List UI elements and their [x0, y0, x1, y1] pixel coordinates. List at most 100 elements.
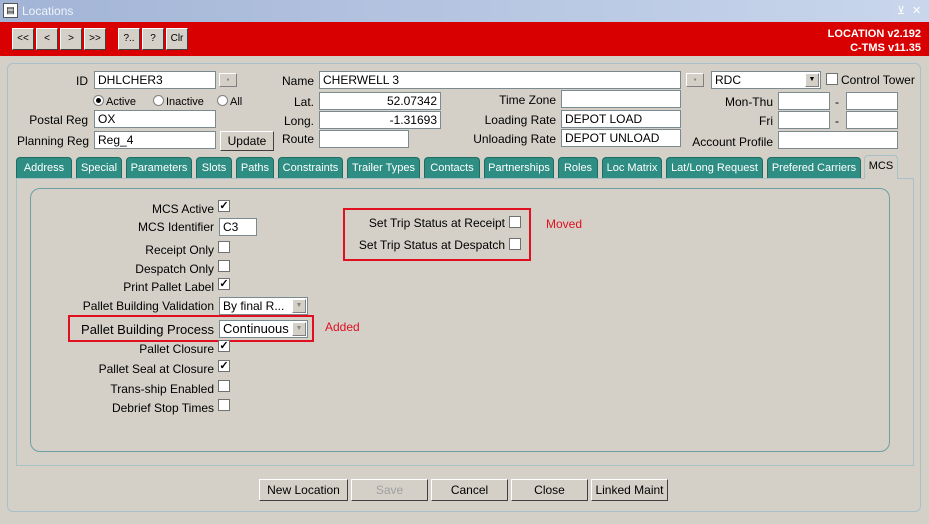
cancel-button[interactable]: Cancel	[431, 479, 508, 501]
tab-parameters[interactable]: Parameters	[126, 157, 192, 178]
chevron-down-icon: ▼	[805, 73, 819, 87]
window-title: Locations	[22, 4, 74, 18]
query-list-button[interactable]: ?..	[118, 28, 140, 50]
tab-roles[interactable]: Roles	[558, 157, 598, 178]
status-all-radio[interactable]	[217, 95, 228, 106]
long-field[interactable]: -1.31693	[319, 111, 441, 129]
receipt-only-label: Receipt Only	[145, 243, 214, 257]
unloading-rate-label: Unloading Rate	[473, 132, 556, 146]
tab-constraints[interactable]: Constraints	[278, 157, 343, 178]
control-tower-checkbox[interactable]	[826, 73, 838, 85]
route-label: Route	[281, 132, 314, 146]
pallet-building-validation-value: By final R...	[223, 299, 285, 313]
trip-status-receipt-checkbox[interactable]	[509, 216, 521, 228]
next-record-button[interactable]: >	[60, 28, 82, 50]
form-icon: ▤	[3, 3, 18, 18]
status-inactive-radio[interactable]	[153, 95, 164, 106]
status-inactive-label: Inactive	[166, 96, 204, 108]
mcs-identifier-label: MCS Identifier	[137, 220, 214, 234]
trip-status-despatch-checkbox[interactable]	[509, 238, 521, 250]
pallet-building-validation-label: Pallet Building Validation	[82, 299, 214, 313]
receipt-only-checkbox[interactable]	[218, 241, 230, 253]
mcs-identifier-field[interactable]: C3	[219, 218, 257, 236]
planning-reg-label: Planning Reg	[16, 134, 89, 148]
postal-reg-field[interactable]: OX	[94, 110, 216, 128]
long-label: Long.	[283, 114, 314, 128]
pallet-closure-checkbox[interactable]: ✓	[218, 340, 230, 352]
tab-special[interactable]: Special	[76, 157, 122, 178]
first-record-button[interactable]: <<	[12, 28, 34, 50]
account-profile-field[interactable]	[778, 131, 898, 149]
name-lookup-button[interactable]: ▪	[686, 73, 704, 87]
tab-partnerships[interactable]: Partnerships	[484, 157, 554, 178]
location-type-select[interactable]: RDC ▼	[711, 71, 821, 89]
pallet-building-validation-select[interactable]: By final R... ▼	[219, 297, 308, 315]
tab-loc-matrix[interactable]: Loc Matrix	[602, 157, 662, 178]
minimize-icon[interactable]: ⊻	[897, 4, 905, 17]
window-titlebar: ▤ Locations ⊻ ✕	[0, 0, 929, 22]
name-field[interactable]: CHERWELL 3	[319, 71, 681, 89]
pallet-seal-checkbox[interactable]: ✓	[218, 360, 230, 372]
unloading-rate-field[interactable]: DEPOT UNLOAD	[561, 129, 681, 147]
despatch-only-label: Despatch Only	[135, 262, 214, 276]
postal-reg-label: Postal Reg	[29, 113, 88, 127]
tab-prefered-carriers[interactable]: Prefered Carriers	[767, 157, 861, 178]
mon-thu-to-field[interactable]	[846, 92, 898, 110]
mon-thu-label: Mon-Thu	[724, 95, 773, 109]
tab-paths[interactable]: Paths	[236, 157, 274, 178]
tab-trailer-types[interactable]: Trailer Types	[347, 157, 420, 178]
despatch-only-checkbox[interactable]	[218, 260, 230, 272]
id-field[interactable]: DHLCHER3	[94, 71, 216, 89]
id-label: ID	[76, 74, 88, 88]
status-active-label: Active	[106, 96, 136, 108]
pallet-seal-label: Pallet Seal at Closure	[98, 362, 214, 376]
lat-label: Lat.	[293, 95, 314, 109]
status-active-radio[interactable]	[93, 95, 104, 106]
status-all-label: All	[230, 96, 243, 108]
print-pallet-label-label: Print Pallet Label	[123, 280, 214, 294]
trans-ship-checkbox[interactable]	[218, 380, 230, 392]
last-record-button[interactable]: >>	[84, 28, 106, 50]
clear-button[interactable]: Clr	[166, 28, 188, 50]
pallet-building-process-select[interactable]: Continuous ▼	[219, 320, 308, 338]
debrief-checkbox[interactable]	[218, 399, 230, 411]
trans-ship-label: Trans-ship Enabled	[110, 382, 214, 396]
timezone-field[interactable]	[561, 90, 681, 108]
close-button[interactable]: Close	[511, 479, 588, 501]
toolbar: << < > >> ?.. ? Clr LOCATION v2.192 C-TM…	[0, 22, 929, 56]
prev-record-button[interactable]: <	[36, 28, 58, 50]
linked-maint-button[interactable]: Linked Maint	[591, 479, 668, 501]
version-line1: LOCATION v2.192	[827, 28, 921, 40]
query-button[interactable]: ?	[142, 28, 164, 50]
mon-thu-from-field[interactable]	[778, 92, 830, 110]
fri-dash: -	[835, 114, 839, 128]
fri-to-field[interactable]	[846, 111, 898, 129]
tab-contacts[interactable]: Contacts	[424, 157, 480, 178]
chevron-down-icon: ▼	[292, 322, 306, 336]
mcs-active-checkbox[interactable]: ✓	[218, 200, 230, 212]
tab-lat-long-request[interactable]: Lat/Long Request	[666, 157, 763, 178]
name-label: Name	[281, 74, 314, 88]
mon-thu-dash: -	[835, 95, 839, 109]
print-pallet-label-checkbox[interactable]: ✓	[218, 278, 230, 290]
loading-rate-field[interactable]: DEPOT LOAD	[561, 110, 681, 128]
trip-status-despatch-label: Set Trip Status at Despatch	[358, 238, 505, 252]
timezone-label: Time Zone	[499, 93, 556, 107]
pallet-building-process-label: Pallet Building Process	[81, 322, 214, 337]
moved-annotation: Moved	[546, 217, 583, 231]
control-tower-label: Control Tower	[841, 73, 915, 87]
close-icon[interactable]: ✕	[912, 4, 921, 17]
location-type-value: RDC	[715, 73, 741, 87]
route-field[interactable]	[319, 130, 409, 148]
mcs-active-label: MCS Active	[151, 202, 214, 216]
tab-mcs[interactable]: MCS	[864, 155, 898, 179]
new-location-button[interactable]: New Location	[259, 479, 348, 501]
tab-slots[interactable]: Slots	[196, 157, 232, 178]
save-button[interactable]: Save	[351, 479, 428, 501]
loading-rate-label: Loading Rate	[484, 113, 556, 127]
planning-reg-field[interactable]: Reg_4	[94, 131, 216, 149]
tab-address[interactable]: Address	[16, 157, 72, 178]
fri-from-field[interactable]	[778, 111, 830, 129]
id-lookup-button[interactable]: ▪	[219, 73, 237, 87]
lat-field[interactable]: 52.07342	[319, 92, 441, 110]
